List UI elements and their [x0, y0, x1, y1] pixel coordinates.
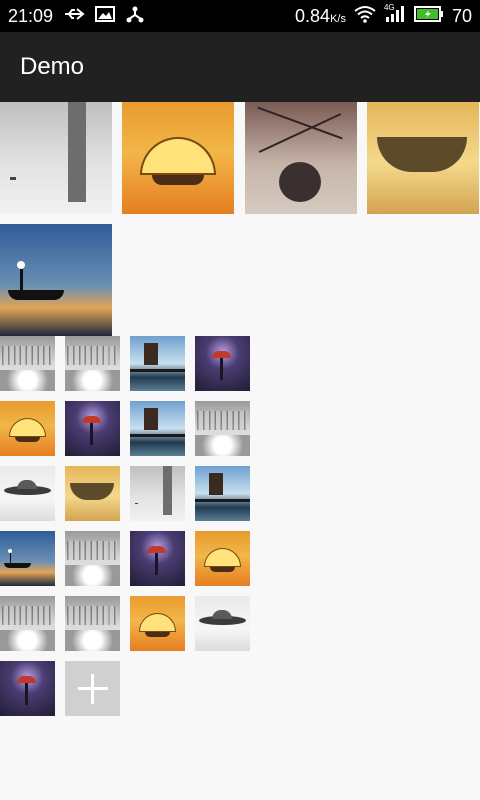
clock: 21:09	[8, 5, 54, 26]
small-photo-thumbnail[interactable]	[65, 466, 120, 521]
usb-icon	[63, 6, 85, 27]
small-photo-thumbnail[interactable]	[195, 401, 250, 456]
status-bar: 21:09 0.84K/s 4G 70	[0, 0, 480, 32]
small-photo-thumbnail[interactable]	[130, 336, 185, 391]
large-photo-thumbnail[interactable]	[0, 224, 112, 336]
add-photo-button[interactable]	[65, 661, 120, 716]
small-photo-thumbnail[interactable]	[130, 401, 185, 456]
large-photo-thumbnail[interactable]	[245, 102, 357, 214]
wifi-icon	[354, 5, 376, 28]
small-photo-thumbnail[interactable]	[0, 661, 55, 716]
large-photo-thumbnail[interactable]	[367, 102, 479, 214]
small-photo-thumbnail[interactable]	[0, 336, 55, 391]
small-photo-thumbnail[interactable]	[195, 531, 250, 586]
small-photo-thumbnail[interactable]	[130, 531, 185, 586]
small-photo-thumbnail[interactable]	[65, 336, 120, 391]
cell-signal-icon: 4G	[384, 3, 406, 28]
share-icon	[125, 5, 145, 28]
small-photo-thumbnail[interactable]	[65, 596, 120, 651]
app-title: Demo	[20, 53, 85, 80]
small-photo-thumbnail[interactable]	[195, 466, 250, 521]
image-icon	[95, 5, 116, 27]
battery-icon	[413, 5, 444, 27]
small-photo-thumbnail[interactable]	[0, 401, 55, 456]
small-photo-thumbnail[interactable]	[195, 596, 250, 651]
small-photo-thumbnail[interactable]	[0, 596, 55, 651]
small-photo-thumbnail[interactable]	[130, 466, 185, 521]
net-speed: 0.84K/s	[295, 5, 346, 26]
small-photo-thumbnail[interactable]	[130, 596, 185, 651]
large-photo-thumbnail[interactable]	[122, 102, 234, 214]
app-bar: Demo	[0, 32, 480, 102]
battery-level: 70	[451, 5, 472, 26]
small-photo-thumbnail[interactable]	[65, 401, 120, 456]
small-photo-thumbnail[interactable]	[65, 531, 120, 586]
small-photo-thumbnail[interactable]	[0, 466, 55, 521]
large-photo-thumbnail[interactable]	[0, 102, 112, 214]
small-photo-thumbnail[interactable]	[0, 531, 55, 586]
small-photo-thumbnail[interactable]	[195, 336, 250, 391]
